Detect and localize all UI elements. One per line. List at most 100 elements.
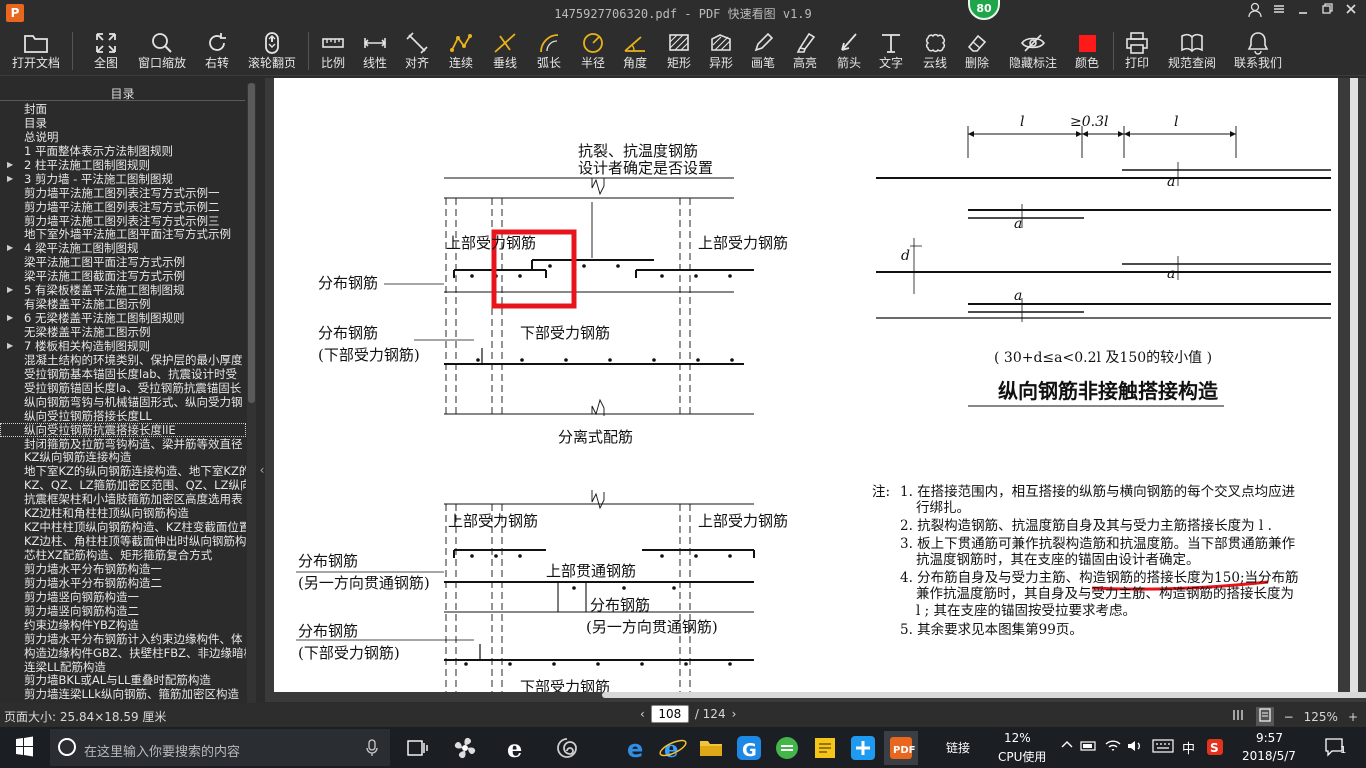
prev-page-icon[interactable]: ‹: [640, 707, 645, 721]
toc-item[interactable]: ▶ 3 剪力墙 - 平法施工图制图规: [0, 172, 246, 186]
toc-item[interactable]: KZ中柱柱顶纵向钢筋构造、KZ柱变截面位置: [0, 520, 246, 534]
zoom-window-button[interactable]: 窗口缩放: [134, 30, 190, 74]
taskbar-search[interactable]: 在这里输入你要搜索的内容: [50, 729, 390, 766]
toc-item[interactable]: 受拉钢筋锚固长度la、受拉钢筋抗震锚固长: [0, 381, 246, 395]
toc-item[interactable]: KZ纵向钢筋连接构造: [0, 450, 246, 464]
toc-item[interactable]: 混凝土结构的环境类别、保护层的最小厚度: [0, 353, 246, 367]
expand-arrow-icon[interactable]: ▶: [7, 241, 13, 255]
document-vscrollbar[interactable]: [1350, 78, 1358, 692]
expand-arrow-icon[interactable]: ▶: [7, 311, 13, 325]
toc-item[interactable]: 纵向受拉钢筋抗震搭接长度llE: [0, 422, 246, 437]
edge-icon[interactable]: e: [620, 731, 654, 765]
notes-app-icon[interactable]: [808, 731, 842, 765]
toc-item[interactable]: 剪力墙平法施工图列表注写方式示例二: [0, 200, 246, 214]
fit-page-button[interactable]: 全图: [86, 30, 126, 74]
perpendicular-button[interactable]: 垂线: [488, 30, 522, 74]
toc-item[interactable]: 封面: [0, 102, 246, 116]
toc-item[interactable]: 地下室KZ的纵向钢筋连接构造、地下室KZ的: [0, 464, 246, 478]
scroll-page-button[interactable]: 滚轮翻页: [244, 30, 300, 74]
toc-item[interactable]: 抗震框架柱和小墙肢箍筋加密区高度选用表: [0, 492, 246, 506]
toc-item[interactable]: 梁平法施工图平面注写方式示例: [0, 255, 246, 269]
toc-item[interactable]: ▶ 5 有梁板楼盖平法施工图制图规: [0, 283, 246, 297]
document-hscrollbar[interactable]: [602, 691, 1366, 699]
start-button[interactable]: [0, 727, 48, 768]
document-viewport[interactable]: 抗裂、抗温度钢筋 设计者确定是否设置 上部受力钢筋 上部受力钢筋 分布钢筋 分布…: [265, 78, 1366, 702]
volume-icon[interactable]: [1126, 738, 1144, 757]
link-label[interactable]: 链接: [946, 739, 970, 756]
toc-item[interactable]: ▶ 7 楼板相关构造制图规则: [0, 339, 246, 353]
fan-app-icon[interactable]: [448, 731, 482, 765]
hide-marks-button[interactable]: 隐藏标注: [1006, 30, 1060, 74]
spiral-app-icon[interactable]: [550, 731, 584, 765]
print-button[interactable]: 打印: [1120, 30, 1154, 74]
toc-item[interactable]: 剪力墙水平分布钢筋构造一: [0, 562, 246, 576]
linear-button[interactable]: 线性: [358, 30, 392, 74]
task-view-icon[interactable]: [400, 731, 434, 765]
toc-item[interactable]: 地下室外墙平法施工图平面注写方式示例: [0, 227, 246, 241]
clock-time[interactable]: 9:57: [1256, 731, 1283, 745]
toc-item[interactable]: KZ、QZ、LZ箍筋加密区范围、QZ、LZ纵向钢: [0, 478, 246, 492]
toc-item[interactable]: 纵向钢筋弯钩与机械锚固形式、纵向受力钢: [0, 395, 246, 409]
green-app-icon[interactable]: [770, 731, 804, 765]
toc-item[interactable]: 剪力墙水平分布钢筋计入约束边缘构件、体: [0, 632, 246, 646]
current-page-input[interactable]: [650, 705, 689, 723]
next-page-icon[interactable]: ›: [732, 707, 737, 721]
continuous-view-icon[interactable]: [1255, 707, 1274, 726]
toc-item[interactable]: 芯柱XZ配筋构造、矩形箍筋复合方式: [0, 548, 246, 562]
toc-item[interactable]: 剪力墙竖向钢筋构造二: [0, 604, 246, 618]
open-document-button[interactable]: 打开文档: [6, 30, 66, 74]
menu-icon[interactable]: [1270, 2, 1288, 22]
g-app-icon[interactable]: G: [732, 731, 766, 765]
arrow-button[interactable]: 箭头: [832, 30, 866, 74]
delete-button[interactable]: 删除: [960, 30, 994, 74]
toc-item[interactable]: 受拉钢筋基本锚固长度lab、抗震设计时受: [0, 367, 246, 381]
toc-item[interactable]: 剪力墙连梁LLk纵向钢筋、箍筋加密区构造: [0, 687, 246, 701]
expand-arrow-icon[interactable]: ▶: [7, 339, 13, 353]
toc-item[interactable]: 构造边缘构件GBZ、扶壁柱FBZ、非边缘暗柱: [0, 646, 246, 660]
toc-item[interactable]: 梁平法施工图截面注写方式示例: [0, 269, 246, 283]
toc-item[interactable]: 剪力墙平法施工图列表注写方式示例一: [0, 186, 246, 200]
battery-icon[interactable]: [1080, 739, 1098, 756]
minimize-icon[interactable]: [1294, 2, 1312, 22]
toc-scroll-thumb[interactable]: [248, 83, 255, 403]
toc-item[interactable]: 总说明: [0, 130, 246, 144]
toc-item[interactable]: 有梁楼盖平法施工图示例: [0, 297, 246, 311]
keyboard-icon[interactable]: [1152, 739, 1174, 756]
toc-item[interactable]: 封闭箍筋及拉筋弯钩构造、梁并筋等效直径: [0, 437, 246, 451]
ime-indicator[interactable]: 中: [1182, 738, 1195, 757]
close-icon[interactable]: [1342, 2, 1360, 22]
angle-button[interactable]: 角度: [618, 30, 652, 74]
toc-item[interactable]: 1 平面整体表示方法制图规则: [0, 144, 246, 158]
single-page-view-icon[interactable]: [1232, 708, 1246, 725]
scale-button[interactable]: 比例: [316, 30, 350, 74]
wifi-icon[interactable]: [1104, 738, 1122, 757]
ie-blue-icon[interactable]: e: [656, 731, 690, 765]
toc-item[interactable]: ▶ 6 无梁楼盖平法施工图制图规则: [0, 311, 246, 325]
microphone-icon[interactable]: [366, 739, 378, 761]
restore-icon[interactable]: [1318, 2, 1336, 22]
toc-item[interactable]: 约束边缘构件YBZ构造: [0, 618, 246, 632]
ie-icon[interactable]: e: [500, 731, 534, 765]
expand-arrow-icon[interactable]: ▶: [7, 172, 13, 186]
rotate-right-button[interactable]: 右转: [198, 30, 236, 74]
irregular-area-button[interactable]: 异形: [704, 30, 738, 74]
expand-arrow-icon[interactable]: ▶: [7, 283, 13, 297]
continuous-button[interactable]: 连续: [444, 30, 478, 74]
contact-us-button[interactable]: 联系我们: [1230, 30, 1286, 74]
toc-item[interactable]: KZ边柱、角柱柱顶等截面伸出时纵向钢筋构: [0, 534, 246, 548]
toc-scrollbar[interactable]: [247, 83, 256, 703]
arc-length-button[interactable]: 弧长: [532, 30, 566, 74]
clock-date[interactable]: 2018/5/7: [1242, 749, 1296, 763]
norms-button[interactable]: 规范查阅: [1164, 30, 1220, 74]
zoom-in-button[interactable]: +: [1348, 710, 1358, 724]
toc-item[interactable]: KZ边柱和角柱柱顶纵向钢筋构造: [0, 506, 246, 520]
toc-item[interactable]: 剪力墙竖向钢筋构造一: [0, 590, 246, 604]
text-button[interactable]: 文字: [874, 30, 908, 74]
user-icon[interactable]: [1246, 2, 1264, 22]
brush-button[interactable]: 画笔: [746, 30, 780, 74]
zoom-out-button[interactable]: −: [1284, 710, 1294, 724]
tray-chevron-icon[interactable]: [1060, 737, 1074, 754]
color-button[interactable]: 颜色: [1070, 30, 1104, 74]
radius-button[interactable]: 半径: [576, 30, 610, 74]
toc-item[interactable]: 纵向受拉钢筋搭接长度LL: [0, 409, 246, 423]
